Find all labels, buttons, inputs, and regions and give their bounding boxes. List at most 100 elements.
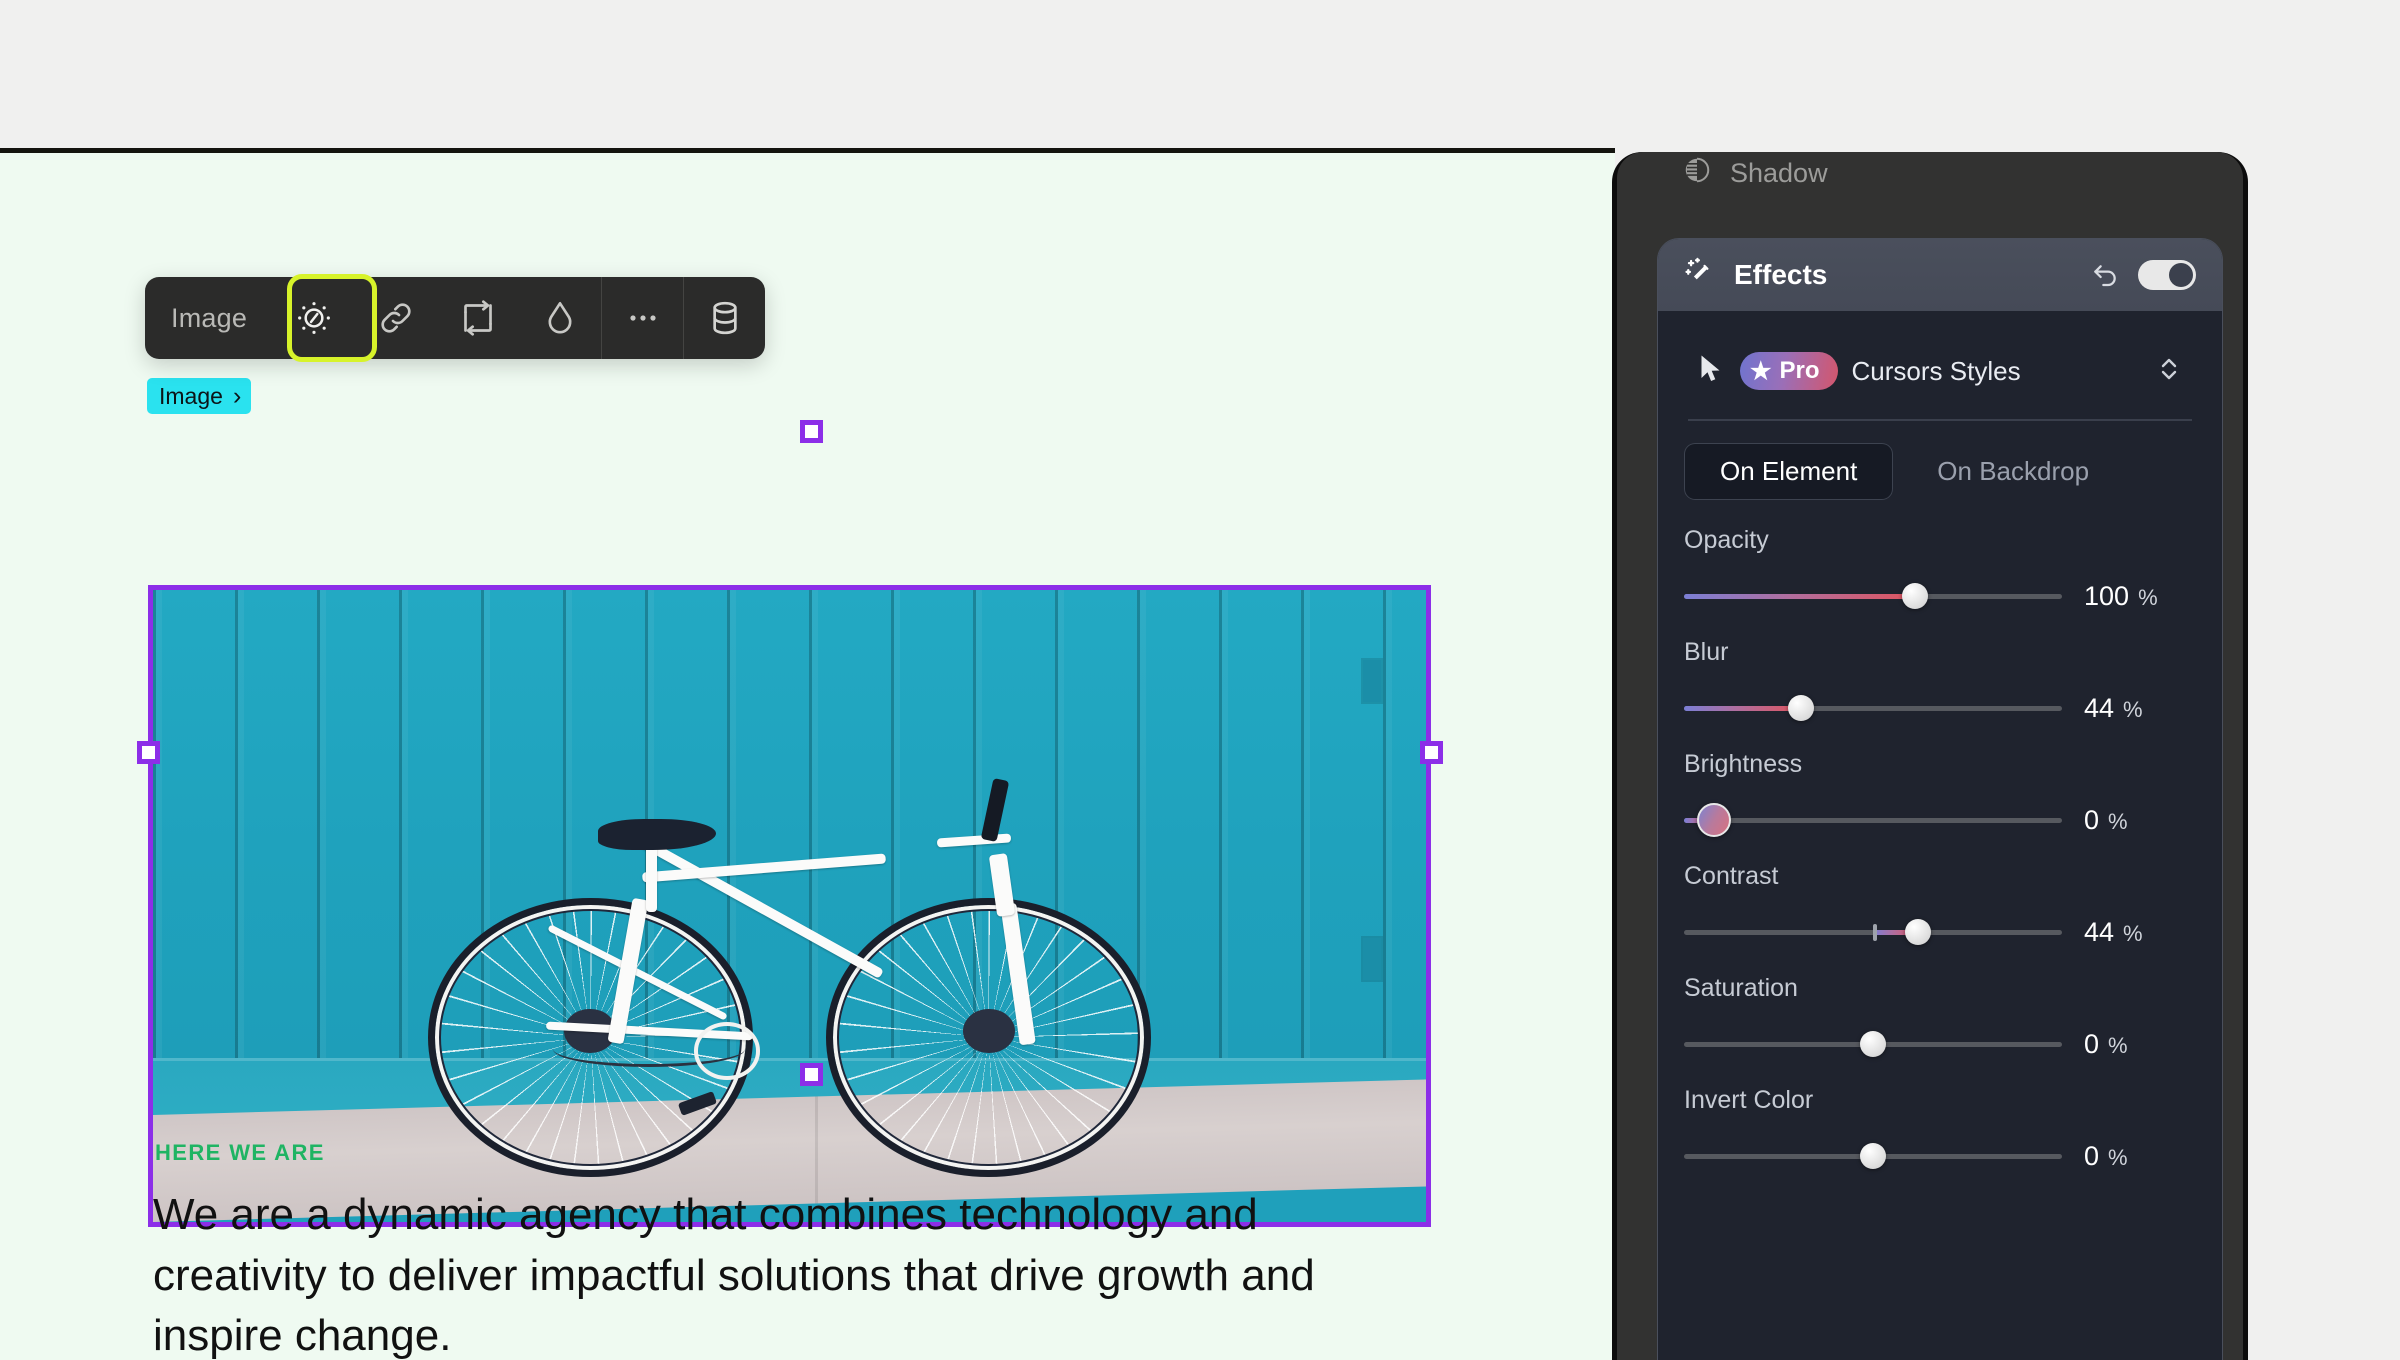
cursor-arrow-icon <box>1698 354 1726 389</box>
slider-saturation: Saturation 0% <box>1684 974 2196 1060</box>
slider-track[interactable] <box>1684 1143 2062 1169</box>
slider-thumb[interactable] <box>1697 803 1732 837</box>
pro-badge: ★ Pro <box>1740 352 1838 390</box>
slider-fill <box>1684 705 1802 711</box>
slider-value-number: 0 <box>2084 804 2100 835</box>
resize-handle-bottom[interactable] <box>800 1063 823 1086</box>
saddle <box>597 818 716 850</box>
resize-handle-right[interactable] <box>1420 741 1443 764</box>
slider-contrast: Contrast 44% <box>1684 862 2196 948</box>
slider-value-unit: % <box>2108 808 2128 834</box>
more-icon[interactable] <box>601 277 683 359</box>
slider-value-unit: % <box>2138 584 2158 610</box>
slider-value-unit: % <box>2108 1144 2128 1170</box>
slider-label: Brightness <box>1684 749 1803 778</box>
slider-row[interactable]: 44% <box>1684 917 2196 948</box>
cursors-styles-row[interactable]: ★ Pro Cursors Styles <box>1684 337 2196 405</box>
stem <box>936 833 1012 848</box>
slider-blur: Blur 44% <box>1684 638 2196 724</box>
seat-post <box>645 840 658 912</box>
effects-toggle[interactable] <box>2138 260 2196 290</box>
slider-label: Invert Color <box>1684 1085 1814 1114</box>
star-icon: ★ <box>1750 357 1772 385</box>
slider-thumb[interactable] <box>1860 1031 1886 1057</box>
tab-on-element[interactable]: On Element <box>1684 442 1894 500</box>
slider-thumb[interactable] <box>1788 695 1815 721</box>
effects-card[interactable]: Effects ★ Pro Cursors Styles On Element … <box>1657 238 2223 1360</box>
slider-fill <box>1684 593 1915 599</box>
droplet-icon[interactable] <box>519 277 601 359</box>
slider-value-number: 0 <box>2084 1140 2100 1171</box>
handlebar <box>981 777 1010 842</box>
slider-track[interactable] <box>1684 919 2062 945</box>
wall-hinge <box>1363 937 1382 980</box>
panel-item-shadow[interactable]: Shadow <box>1682 155 1828 192</box>
effects-target-tabs[interactable]: On Element On Backdrop <box>1684 442 2196 500</box>
element-toolbar[interactable]: Image <box>145 277 766 359</box>
slider-thumb[interactable] <box>1901 583 1928 609</box>
slider-value: 0% <box>2084 1029 2196 1060</box>
resize-handle-left[interactable] <box>137 741 160 764</box>
selected-element-tag[interactable]: Image › <box>147 378 252 414</box>
database-icon[interactable] <box>683 277 765 359</box>
undo-icon[interactable] <box>2090 257 2122 294</box>
slider-row[interactable]: 0% <box>1684 1029 2196 1060</box>
slider-track[interactable] <box>1684 695 2062 721</box>
slider-value-number: 0 <box>2084 1028 2100 1059</box>
effects-header: Effects <box>1658 239 2222 311</box>
slider-track[interactable] <box>1684 803 2062 837</box>
slider-center-tick <box>1873 923 1877 941</box>
panel-item-shadow-label: Shadow <box>1730 158 1828 188</box>
slider-thumb[interactable] <box>1860 1143 1886 1169</box>
slider-track[interactable] <box>1684 583 2062 609</box>
bicycle <box>420 748 1158 1190</box>
tab-on-backdrop[interactable]: On Backdrop <box>1901 443 2125 500</box>
slider-value: 0% <box>2084 805 2196 836</box>
slider-value-unit: % <box>2123 920 2143 946</box>
chainring <box>693 1022 760 1080</box>
resize-handle-top[interactable] <box>800 420 823 443</box>
slider-value: 44% <box>2084 917 2196 948</box>
chevron-updown-icon[interactable] <box>2156 354 2182 389</box>
slider-value-unit: % <box>2108 1032 2128 1058</box>
magic-wand-icon <box>1684 256 1718 295</box>
browser-chrome-strip <box>0 0 2400 148</box>
slider-track[interactable] <box>1684 1031 2062 1057</box>
slider-label: Contrast <box>1684 861 1779 890</box>
section-divider <box>1688 419 2192 421</box>
replace-icon[interactable] <box>437 277 519 359</box>
slider-row[interactable]: 100% <box>1684 581 2196 612</box>
link-icon[interactable] <box>355 277 437 359</box>
effects-sliders: Opacity 100% Blur 44% Brightness 0% Contrast 44… <box>1684 526 2196 1172</box>
slider-thumb[interactable] <box>1905 919 1932 945</box>
slider-brightness: Brightness 0% <box>1684 749 2196 837</box>
bicycle-photo <box>153 590 1426 1222</box>
slider-label: Saturation <box>1684 973 1798 1002</box>
slider-value-number: 44 <box>2084 692 2115 723</box>
chevron-right-icon: › <box>232 381 242 410</box>
effects-body: ★ Pro Cursors Styles On Element On Backd… <box>1658 311 2222 1172</box>
slider-value: 100% <box>2084 581 2196 612</box>
slider-value-number: 100 <box>2084 580 2130 611</box>
pro-badge-label: Pro <box>1779 357 1820 384</box>
toolbar-element-label: Image <box>171 302 248 333</box>
slider-invert-color: Invert Color 0% <box>1684 1086 2196 1172</box>
slider-row[interactable]: 0% <box>1684 803 2196 837</box>
image-selection-frame[interactable] <box>148 585 1431 1227</box>
wall-hinge <box>1363 659 1382 702</box>
brightness-icon[interactable] <box>273 277 355 359</box>
front-hub <box>963 1009 1015 1054</box>
slider-row[interactable]: 44% <box>1684 693 2196 724</box>
slider-opacity: Opacity 100% <box>1684 526 2196 612</box>
selected-element-tag-label: Image <box>159 382 223 409</box>
slider-value-number: 44 <box>2084 916 2115 947</box>
slider-value-unit: % <box>2123 696 2143 722</box>
slider-row[interactable]: 0% <box>1684 1141 2196 1172</box>
effects-title: Effects <box>1734 259 1828 290</box>
slider-value: 44% <box>2084 693 2196 724</box>
eyebrow-text: HERE WE ARE <box>155 1140 325 1165</box>
slider-value: 0% <box>2084 1141 2196 1172</box>
headline-text: We are a dynamic agency that combines te… <box>153 1190 1315 1360</box>
shadow-icon <box>1682 155 1712 192</box>
slider-label: Blur <box>1684 637 1729 666</box>
